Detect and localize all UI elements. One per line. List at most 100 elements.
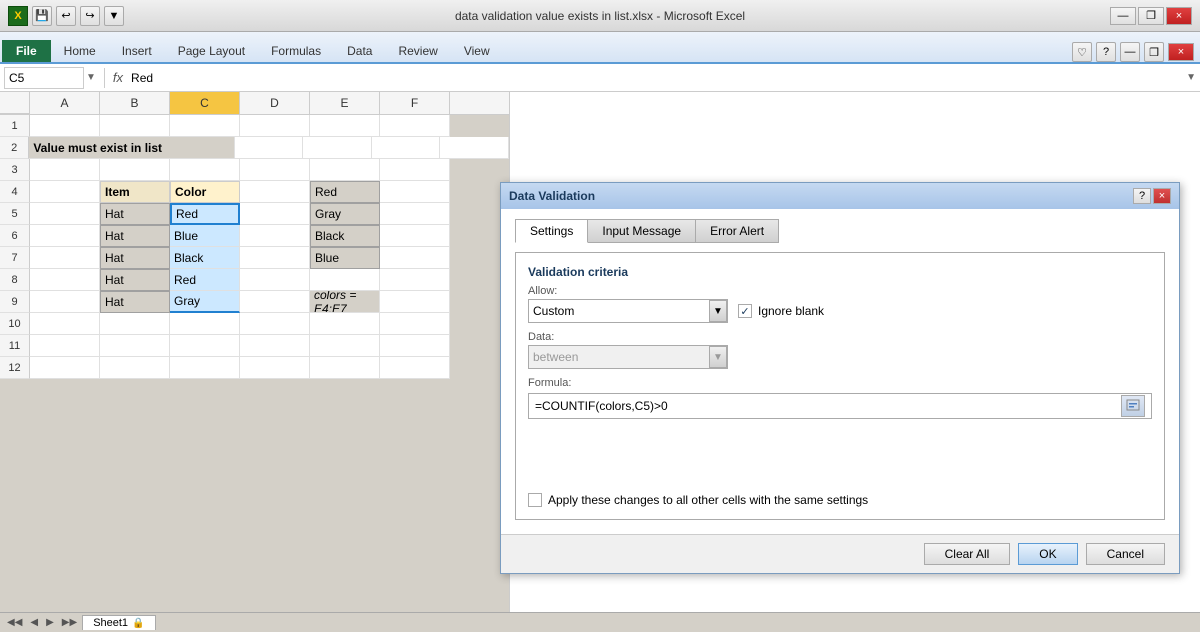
cell-C12[interactable] [170,357,240,379]
cell-B1[interactable] [100,115,170,137]
allow-dropdown[interactable]: Custom ▼ [528,299,728,323]
cell-C4-color[interactable]: Color [170,181,240,203]
cell-F4[interactable] [380,181,450,203]
col-header-A[interactable]: A [30,92,100,114]
save-btn[interactable]: 💾 [32,6,52,26]
sheet-nav-first[interactable]: ◀◀ [4,617,25,628]
cell-B8[interactable]: Hat [100,269,170,291]
cell-F11[interactable] [380,335,450,357]
cell-B2[interactable]: Value must exist in list [29,137,234,159]
sheet-nav-next[interactable]: ▶ [43,617,57,628]
cell-D8[interactable] [240,269,310,291]
data-dropdown-arrow[interactable]: ▼ [709,346,727,368]
cell-D11[interactable] [240,335,310,357]
cell-C3[interactable] [170,159,240,181]
formula-expand[interactable]: ▼ [1186,72,1196,83]
tab-error-alert[interactable]: Error Alert [695,219,779,243]
cell-F2[interactable] [440,137,509,159]
tab-file[interactable]: File [2,40,51,62]
tab-input-message[interactable]: Input Message [587,219,696,243]
col-header-F[interactable]: F [380,92,450,114]
cell-B6[interactable]: Hat [100,225,170,247]
cell-A6[interactable] [30,225,100,247]
cell-E7-blue[interactable]: Blue [310,247,380,269]
formula-input[interactable] [127,67,1182,89]
tab-settings[interactable]: Settings [515,219,588,243]
cell-ref-box[interactable]: C5 [4,67,84,89]
cell-D6[interactable] [240,225,310,247]
cell-A1[interactable] [30,115,100,137]
cell-E2[interactable] [372,137,441,159]
cell-C5[interactable]: Red [170,203,240,225]
allow-dropdown-arrow[interactable]: ▼ [709,300,727,322]
cell-D9[interactable] [240,291,310,313]
data-dropdown[interactable]: between ▼ [528,345,728,369]
ok-btn[interactable]: OK [1018,543,1077,565]
tab-formulas[interactable]: Formulas [258,39,334,62]
cell-C11[interactable] [170,335,240,357]
cell-F7[interactable] [380,247,450,269]
cell-B10[interactable] [100,313,170,335]
tab-data[interactable]: Data [334,39,385,62]
cell-A12[interactable] [30,357,100,379]
dialog-help-btn[interactable]: ? [1133,188,1151,204]
clear-all-btn[interactable]: Clear All [924,543,1011,565]
cell-E5-gray[interactable]: Gray [310,203,380,225]
minimize-ribbon-btn[interactable]: — [1120,42,1140,62]
cell-ref-arrow[interactable]: ▼ [86,72,96,83]
cell-C6[interactable]: Blue [170,225,240,247]
cell-A8[interactable] [30,269,100,291]
customize-btn[interactable]: ▼ [104,6,124,26]
cell-F12[interactable] [380,357,450,379]
cell-A5[interactable] [30,203,100,225]
undo-btn[interactable]: ↩ [56,6,76,26]
col-header-C[interactable]: C [170,92,240,114]
sheet-tab-1[interactable]: Sheet1 🔒 [82,615,155,630]
cell-E8[interactable] [310,269,380,291]
cell-E10[interactable] [310,313,380,335]
cell-F9[interactable] [380,291,450,313]
cell-F10[interactable] [380,313,450,335]
cell-D1[interactable] [240,115,310,137]
cell-F3[interactable] [380,159,450,181]
cell-F8[interactable] [380,269,450,291]
minimize-btn[interactable]: — [1110,7,1136,25]
cell-E6-black[interactable]: Black [310,225,380,247]
tab-insert[interactable]: Insert [109,39,165,62]
cell-C8[interactable]: Red [170,269,240,291]
cell-D5[interactable] [240,203,310,225]
cell-D7[interactable] [240,247,310,269]
cell-F5[interactable] [380,203,450,225]
cell-A4[interactable] [30,181,100,203]
cell-B4-item[interactable]: Item [100,181,170,203]
cell-A11[interactable] [30,335,100,357]
help-heart-btn[interactable]: ♡ [1072,42,1092,62]
cell-B5[interactable]: Hat [100,203,170,225]
restore-ribbon-btn[interactable]: ❐ [1144,42,1164,62]
formula-field[interactable]: =COUNTIF(colors,C5)>0 [528,393,1152,419]
cell-C1[interactable] [170,115,240,137]
cell-C10[interactable] [170,313,240,335]
tab-review[interactable]: Review [385,39,450,62]
cell-E12[interactable] [310,357,380,379]
cell-E4-red[interactable]: Red [310,181,380,203]
dialog-close-btn[interactable]: × [1153,188,1171,204]
cell-E1[interactable] [310,115,380,137]
cell-B3[interactable] [100,159,170,181]
cell-E3[interactable] [310,159,380,181]
apply-checkbox[interactable] [528,493,542,507]
cell-F6[interactable] [380,225,450,247]
sheet-nav-prev[interactable]: ◀ [27,617,41,628]
cell-B7[interactable]: Hat [100,247,170,269]
cell-D10[interactable] [240,313,310,335]
cell-A10[interactable] [30,313,100,335]
cell-D2[interactable] [303,137,372,159]
cell-A3[interactable] [30,159,100,181]
cell-D3[interactable] [240,159,310,181]
cancel-btn[interactable]: Cancel [1086,543,1165,565]
cell-A7[interactable] [30,247,100,269]
tab-view[interactable]: View [451,39,503,62]
help-btn[interactable]: ? [1096,42,1116,62]
cell-F1[interactable] [380,115,450,137]
maximize-btn[interactable]: ❐ [1138,7,1164,25]
